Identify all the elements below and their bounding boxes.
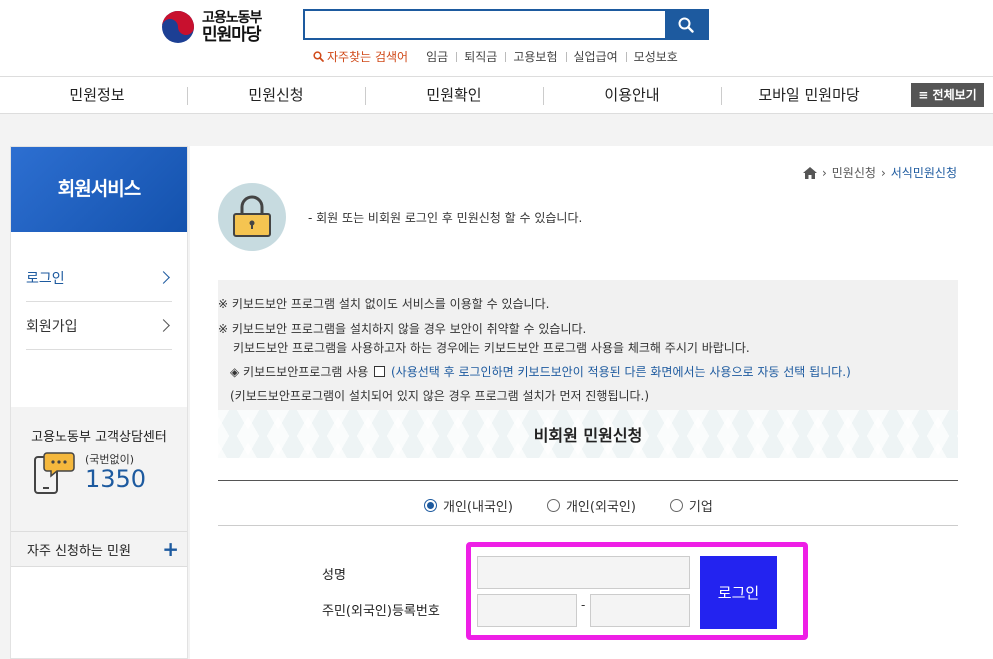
breadcrumb-sep: › (821, 165, 827, 180)
kb-info-line: ※ 키보드보안 프로그램 설치 없이도 서비스를 이용할 수 있습니다. (218, 297, 550, 311)
call-center-number: 1350 (85, 465, 147, 493)
search-icon (678, 17, 694, 33)
rrn-separator: - (581, 598, 586, 612)
radio-label: 개인(내국인) (443, 500, 513, 515)
kb-use-row: ◈ 키보드보안프로그램 사용 (사용선택 후 로그인하면 키보드보안이 적용된 … (230, 363, 851, 380)
call-center-title: 고용노동부 고객상담센터 (31, 430, 167, 445)
sidebar-item-label: 로그인 (26, 270, 65, 287)
name-label: 성명 (322, 568, 346, 583)
radio-label: 기업 (688, 500, 713, 515)
search-input[interactable] (305, 11, 665, 38)
plus-icon[interactable]: + (162, 537, 179, 561)
keyword-link[interactable]: 임금 (418, 48, 456, 65)
gnb-item-info[interactable]: 민원정보 (8, 77, 186, 114)
taegeuk-logo-icon (160, 9, 196, 45)
member-type-radios: 개인(내국인) 개인(외국인) 기업 (424, 496, 713, 515)
frequent-requests[interactable]: 자주 신청하는 민원 + (11, 531, 187, 567)
smartphone-chat-icon (34, 452, 75, 494)
search-button[interactable] (665, 11, 707, 38)
breadcrumb: › 민원신청 › 서식민원신청 (802, 164, 957, 181)
gnb-item-guide[interactable]: 이용안내 (543, 77, 721, 114)
radio-button[interactable] (424, 499, 437, 512)
sidebar-item-login[interactable]: 로그인 (26, 254, 172, 302)
keyword-link[interactable]: 퇴직금 (456, 48, 505, 65)
keyword-link[interactable]: 고용보험 (505, 48, 565, 65)
form-divider (218, 480, 958, 481)
rrn-front-input[interactable] (477, 594, 577, 627)
logo-line2: 민원마당 (202, 25, 262, 45)
nonmember-title: 비회원 민원신청 (533, 426, 643, 445)
search-box (303, 9, 709, 40)
home-icon[interactable] (802, 166, 817, 179)
sidebar-menu: 로그인 회원가입 (11, 254, 187, 350)
keyword-link[interactable]: 실업급여 (565, 48, 626, 65)
chevron-right-icon (157, 271, 170, 284)
kb-info-line: 키보드보안 프로그램을 사용하고자 하는 경우에는 키보드보안 프로그램 사용을… (233, 341, 750, 355)
lock-badge (218, 183, 286, 251)
login-notice: - 회원 또는 비회원 로그인 후 민원신청 할 수 있습니다. (308, 211, 583, 225)
rrn-label: 주민(외국인)등록번호 (322, 604, 440, 619)
kb-info-line: (키보드보안프로그램이 설치되어 있지 않은 경우 프로그램 설치가 먼저 진행… (230, 389, 650, 403)
login-button[interactable]: 로그인 (700, 556, 777, 629)
radio-company[interactable]: 기업 (669, 496, 713, 515)
gnb-item-apply[interactable]: 민원신청 (187, 77, 365, 114)
popular-keywords: 자주찾는 검색어 임금 퇴직금 고용보험 실업급여 모성보호 (313, 48, 686, 65)
radio-label: 개인(외국인) (565, 500, 636, 515)
site-logo[interactable]: 고용노동부 민원마당 (160, 9, 262, 45)
view-all-button[interactable]: ≡ 전체보기 (911, 83, 984, 107)
breadcrumb-current: 서식민원신청 (890, 166, 957, 180)
radio-button[interactable] (669, 499, 683, 512)
sidebar: 회원서비스 로그인 회원가입 고용노동부 고객상담센터 (국번없이) 1350 (10, 146, 188, 659)
keywords-title: 자주찾는 검색어 (327, 50, 409, 64)
name-input[interactable] (477, 556, 690, 589)
form-divider (218, 525, 958, 526)
keyword-link[interactable]: 모성보호 (625, 48, 686, 65)
rrn-back-input[interactable] (590, 594, 690, 627)
sidebar-title: 회원서비스 (11, 147, 187, 232)
gnb-item-mobile[interactable]: 모바일 민원마당 (721, 77, 897, 114)
kb-use-label: ◈ 키보드보안프로그램 사용 (230, 365, 369, 379)
main-content: › 민원신청 › 서식민원신청 - 회원 또는 비회원 로그인 후 민원신청 할… (190, 146, 993, 659)
search-small-icon (313, 51, 324, 62)
radio-foreigner[interactable]: 개인(외국인) (546, 496, 636, 515)
site-header: 고용노동부 민원마당 자주찾는 검색어 임금 퇴직금 고용보험 실업급여 모성보… (0, 0, 993, 76)
radio-domestic[interactable]: 개인(내국인) (424, 496, 513, 515)
frequent-requests-label: 자주 신청하는 민원 (27, 543, 131, 559)
gnb-item-check[interactable]: 민원확인 (365, 77, 543, 114)
kb-info-line: ※ 키보드보안 프로그램을 설치하지 않을 경우 보안이 취약할 수 있습니다. (218, 322, 587, 336)
breadcrumb-item[interactable]: 민원신청 (832, 164, 876, 181)
sidebar-item-signup[interactable]: 회원가입 (26, 302, 172, 350)
breadcrumb-sep: › (880, 165, 886, 180)
main-navigation: 민원정보 민원신청 민원확인 이용안내 모바일 민원마당 ≡ 전체보기 (0, 76, 993, 114)
radio-button[interactable] (546, 499, 560, 512)
lock-icon (233, 195, 271, 237)
kb-use-checkbox[interactable] (374, 366, 386, 377)
call-center-box: 고용노동부 고객상담센터 (국번없이) 1350 (11, 407, 187, 531)
kb-use-note: (사용선택 후 로그인하면 키보드보안이 적용된 다른 화면에서는 사용으로 자… (390, 365, 851, 379)
sidebar-item-label: 회원가입 (26, 318, 78, 335)
chevron-right-icon (157, 319, 170, 332)
